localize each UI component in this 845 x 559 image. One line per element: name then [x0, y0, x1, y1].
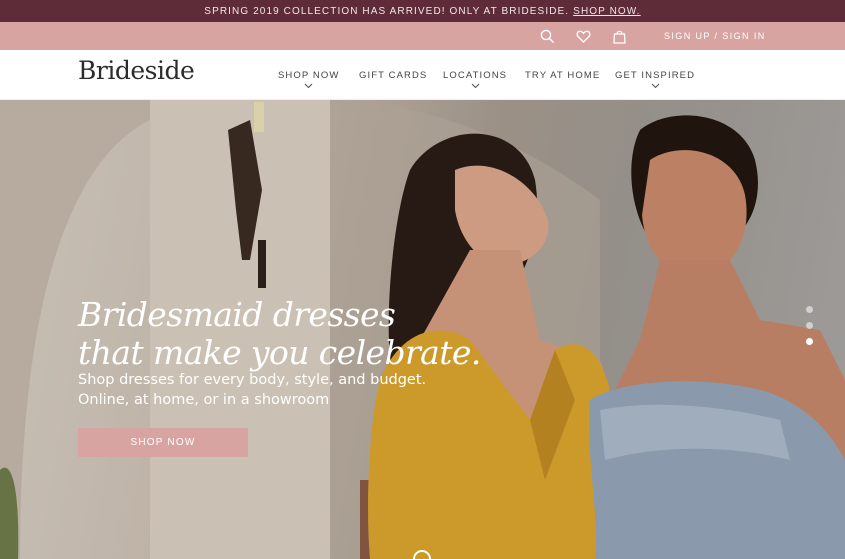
brideside-logo[interactable]: Brideside — [78, 56, 195, 85]
nav-get-inspired-label: GET INSPIRED — [615, 70, 696, 81]
search-icon[interactable] — [540, 29, 555, 44]
announcement-text: SPRING 2019 COLLECTION HAS ARRIVED! ONLY… — [204, 5, 570, 17]
hero-banner: Bridesmaid dresses that make you celebra… — [0, 100, 845, 559]
utility-bar: SIGN UP / SIGN IN — [0, 22, 845, 50]
nav-gift-cards[interactable]: GIFT CARDS — [359, 70, 427, 81]
hero-title-line-1: Bridesmaid dresses — [78, 295, 396, 334]
nav-locations[interactable]: LOCATIONS — [443, 70, 507, 89]
announcement-shop-now-link[interactable]: SHOP NOW. — [573, 6, 641, 17]
hero-subtitle-line-1: Shop dresses for every body, style, and … — [78, 372, 427, 388]
nav-shop-now-label: SHOP NOW — [278, 70, 340, 81]
carousel-dot-3-active[interactable] — [806, 338, 813, 345]
bag-icon[interactable] — [612, 29, 627, 44]
carousel-dot-1[interactable] — [806, 306, 813, 313]
hero-subtitle-line-2: Online, at home, or in a showroom — [78, 392, 330, 408]
hero-title: Bridesmaid dresses that make you celebra… — [78, 296, 498, 372]
nav-try-at-home-label: TRY AT HOME — [525, 70, 601, 81]
nav-gift-cards-label: GIFT CARDS — [359, 70, 428, 81]
carousel-dots — [806, 306, 813, 354]
nav-try-at-home[interactable]: TRY AT HOME — [525, 70, 600, 81]
nav-shop-now[interactable]: SHOP NOW — [278, 70, 339, 89]
main-navigation: Brideside SHOP NOW GIFT CARDS LOCATIONS … — [0, 50, 845, 100]
chevron-down-icon — [304, 83, 313, 89]
announcement-bar: SPRING 2019 COLLECTION HAS ARRIVED! ONLY… — [0, 0, 845, 22]
nav-locations-label: LOCATIONS — [443, 70, 508, 81]
nav-get-inspired[interactable]: GET INSPIRED — [615, 70, 695, 89]
hero-shop-now-button[interactable]: SHOP NOW — [78, 428, 248, 457]
chevron-down-icon — [471, 83, 479, 89]
hero-subtitle: Shop dresses for every body, style, and … — [78, 370, 438, 410]
sign-in-link[interactable]: SIGN UP / SIGN IN — [664, 31, 766, 41]
carousel-dot-2[interactable] — [806, 322, 813, 329]
chevron-down-icon — [651, 83, 659, 89]
heart-icon[interactable] — [576, 29, 591, 44]
hero-title-line-2: that make you celebrate. — [78, 333, 481, 372]
